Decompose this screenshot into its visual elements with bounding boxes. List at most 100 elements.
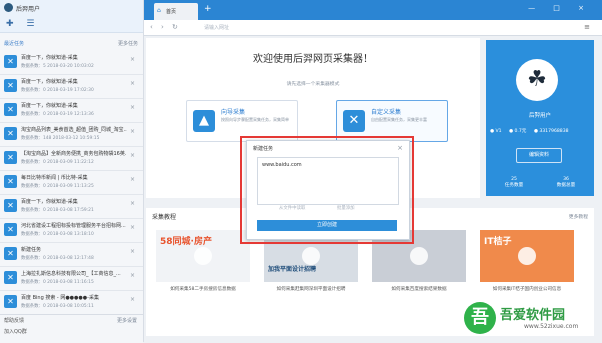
task-row[interactable]: ✕ 百度 Bing 搜索 - 网●●●●●-采集 数据条数：0 2018-03-08…: [0, 290, 143, 315]
welcome-title: 欢迎使用后羿网页采集器！: [253, 54, 373, 65]
close-icon[interactable]: ×: [130, 104, 135, 111]
tutorial-thumb-58[interactable]: 58同城·房产: [156, 230, 250, 282]
task-meta: 数据条数：0 2018-03-09 11:22:12: [21, 160, 94, 165]
task-row[interactable]: ✕ 【淘宝商品】全新商务便携_商务包购物袋16英... 数据条数：0 2018-03…: [0, 146, 143, 171]
avatar[interactable]: [4, 3, 13, 12]
task-row[interactable]: ✕ 河北省建设工程招标投标管理服务平台招标网... 数据条数：0 2018-03-0…: [0, 218, 143, 243]
level-stat: ● V1: [490, 129, 502, 134]
new-tab-button[interactable]: +: [204, 4, 212, 14]
custom-mode-desc: 自由配置采集任务，采集更丰富: [371, 117, 427, 122]
close-icon[interactable]: ×: [130, 272, 135, 279]
address-bar: ‹ › ↻ 请输入网址 ≡: [144, 20, 602, 36]
tutorial-caption[interactable]: 如何采集IT桔子国内创业公司信息: [480, 286, 574, 292]
task-icon: ✕: [4, 271, 17, 284]
more-tutorials-link[interactable]: 更多教程: [569, 213, 588, 220]
menu-icon[interactable]: ≡: [584, 23, 590, 31]
id-stat: ● 3317968838: [533, 129, 569, 134]
url-input[interactable]: 请输入网址: [194, 22, 534, 32]
task-icon: ✕: [4, 151, 17, 164]
task-row[interactable]: ✕ 百度一下，你就知道-采集 数据条数：5 2018-03-20 10:03:02 ×: [0, 50, 143, 75]
play-icon: [410, 247, 428, 265]
sidebar: 后羿用户 ✚ ☰ 最近任务 更多任务 ✕ 百度一下，你就知道-采集 数据条数：5 2…: [0, 0, 144, 343]
new-task-icon[interactable]: ✚: [6, 19, 14, 29]
profile-avatar[interactable]: ☘: [516, 59, 558, 101]
watermark-url: www.52zixue.com: [524, 323, 579, 330]
qq-group-link[interactable]: 加入QQ群: [4, 328, 27, 335]
profile-stats: ● V1 ● 0.7元 ● 3317968838: [490, 128, 590, 134]
sidebar-header: 后羿用户 ✚ ☰: [0, 0, 143, 33]
tab-bar: ⌂ 首页 + — □ ×: [144, 0, 602, 20]
more-tasks-link[interactable]: 更多任务: [118, 40, 138, 47]
highlight-box: [240, 136, 414, 244]
task-meta: 数据条数：0 2018-03-08 10:05:11: [21, 304, 94, 309]
close-icon[interactable]: ×: [130, 128, 135, 135]
tutorial-label: IT桔子: [484, 237, 512, 247]
tutorial-caption[interactable]: 如何采集百度搜索结果数据: [372, 286, 466, 292]
tutorial-thumb-itjuzi[interactable]: IT桔子: [480, 230, 574, 282]
task-title: 上海拉扎斯信息科技有限公司_【工商信息_...: [21, 271, 121, 277]
tab-home[interactable]: ⌂ 首页: [154, 3, 198, 20]
task-title: 淘宝商品列表_美食首选_超值_团购_同城_淘宝...: [21, 127, 127, 133]
close-icon[interactable]: ×: [130, 152, 135, 159]
close-icon[interactable]: ×: [130, 176, 135, 183]
task-row[interactable]: ✕ 淘宝商品列表_美食首选_超值_团购_同城_淘宝... 数据条数：148 2018…: [0, 122, 143, 147]
task-title: 百度一下，你就知道-采集: [21, 199, 78, 205]
recent-tasks-header: 最近任务 更多任务: [4, 40, 138, 47]
edit-profile-button[interactable]: 编辑资料: [516, 148, 562, 163]
task-row[interactable]: ✕ 百度一下，你就知道-采集数据条数：0 2018-03-08 17:59:21 ×: [0, 194, 143, 219]
close-icon[interactable]: ×: [130, 80, 135, 87]
watermark-logo: 吾: [464, 302, 496, 334]
task-row[interactable]: ✕ 百度一下，你就知道-采集 数据条数：0 2018-03-19 12:13:36 ×: [0, 98, 143, 123]
wizard-mode-desc: 按照向导步骤配置采集任务，采集简单: [221, 117, 289, 122]
window-controls[interactable]: — □ ×: [528, 4, 592, 12]
balance-stat: ● 0.7元: [509, 129, 527, 134]
task-meta: 数据条数：0 2018-03-19 17:02:30: [21, 88, 94, 93]
data-count-label: 数据总量: [556, 183, 576, 188]
wizard-icon: ▲: [193, 110, 215, 132]
close-icon[interactable]: ×: [130, 248, 135, 255]
task-meta: 数据条数：0 2018-03-09 11:13:25: [21, 184, 94, 189]
wizard-mode-title: 向导采集: [221, 109, 246, 116]
url-placeholder: 请输入网址: [204, 25, 230, 31]
task-row[interactable]: ✕ 新建任务 数据条数：0 2018-03-08 12:17:48 ×: [0, 242, 143, 267]
sidebar-toolbar: ✚ ☰: [6, 19, 35, 29]
welcome-subtitle: 请先选择一个采集器模式: [286, 82, 340, 87]
tutorial-caption[interactable]: 如何采集赶集网深圳平面设计招聘: [264, 286, 358, 292]
task-title: 【淘宝商品】全新商务便携_商务包购物袋16英...: [21, 151, 127, 157]
watermark-text: 吾爱软件园: [500, 308, 566, 323]
tutorial-label: 加我平面设计招聘: [268, 266, 317, 273]
task-meta: 数据条数：5 2018-03-20 10:03:02: [21, 64, 94, 69]
task-title: 百度一下，你就知道-采集: [21, 79, 78, 85]
tab-home-label: 首页: [166, 9, 177, 15]
task-count-label: 任务数量: [504, 183, 524, 188]
task-row[interactable]: ✕ 百度一下，你就知道-采集数据条数：0 2018-03-19 17:02:30 ×: [0, 74, 143, 99]
task-meta: 数据条数：0 2018-03-08 12:17:48: [21, 256, 94, 261]
task-icon: ✕: [4, 295, 17, 308]
task-row[interactable]: ✕ 每日比特币新闻 | 币比特-采集 数据条数：0 2018-03-09 11:13…: [0, 170, 143, 195]
help-link[interactable]: 帮助反馈: [4, 317, 24, 324]
close-icon[interactable]: ×: [130, 296, 135, 303]
task-meta: 数据条数：0 2018-03-08 17:59:21: [21, 208, 94, 213]
play-icon: [518, 247, 536, 265]
close-icon[interactable]: ×: [130, 56, 135, 63]
task-title: 新建任务: [21, 247, 42, 253]
task-icon: ✕: [4, 55, 17, 68]
home-icon: ⌂: [157, 7, 161, 14]
task-count: 25 任务数量: [494, 177, 534, 188]
task-title: 河北省建设工程招标投标管理服务平台招标网...: [21, 223, 126, 229]
close-icon[interactable]: ×: [130, 200, 135, 207]
task-title: 每日比特币新闻 | 币比特-采集: [21, 175, 88, 181]
profile-panel: ☘ 后羿用户 ● V1 ● 0.7元 ● 3317968838 编辑资料 25 …: [486, 40, 594, 196]
tutorial-caption[interactable]: 如何采集58二手房搜房信息数据: [156, 286, 250, 292]
close-icon[interactable]: ×: [130, 224, 135, 231]
task-icon: ✕: [4, 199, 17, 212]
settings-link[interactable]: 更多设置: [117, 317, 137, 324]
task-icon: ✕: [4, 79, 17, 92]
task-icon: ✕: [4, 103, 17, 116]
nav-buttons[interactable]: ‹ › ↻: [150, 23, 181, 31]
task-title: 百度 Bing 搜索 - 网●●●●●-采集: [21, 295, 99, 301]
list-icon[interactable]: ☰: [26, 19, 34, 29]
profile-name: 后羿用户: [528, 113, 551, 119]
recent-tasks-title: 最近任务: [4, 41, 25, 47]
task-row[interactable]: ✕ 上海拉扎斯信息科技有限公司_【工商信息_... 数据条数：0 2018-03-0…: [0, 266, 143, 291]
